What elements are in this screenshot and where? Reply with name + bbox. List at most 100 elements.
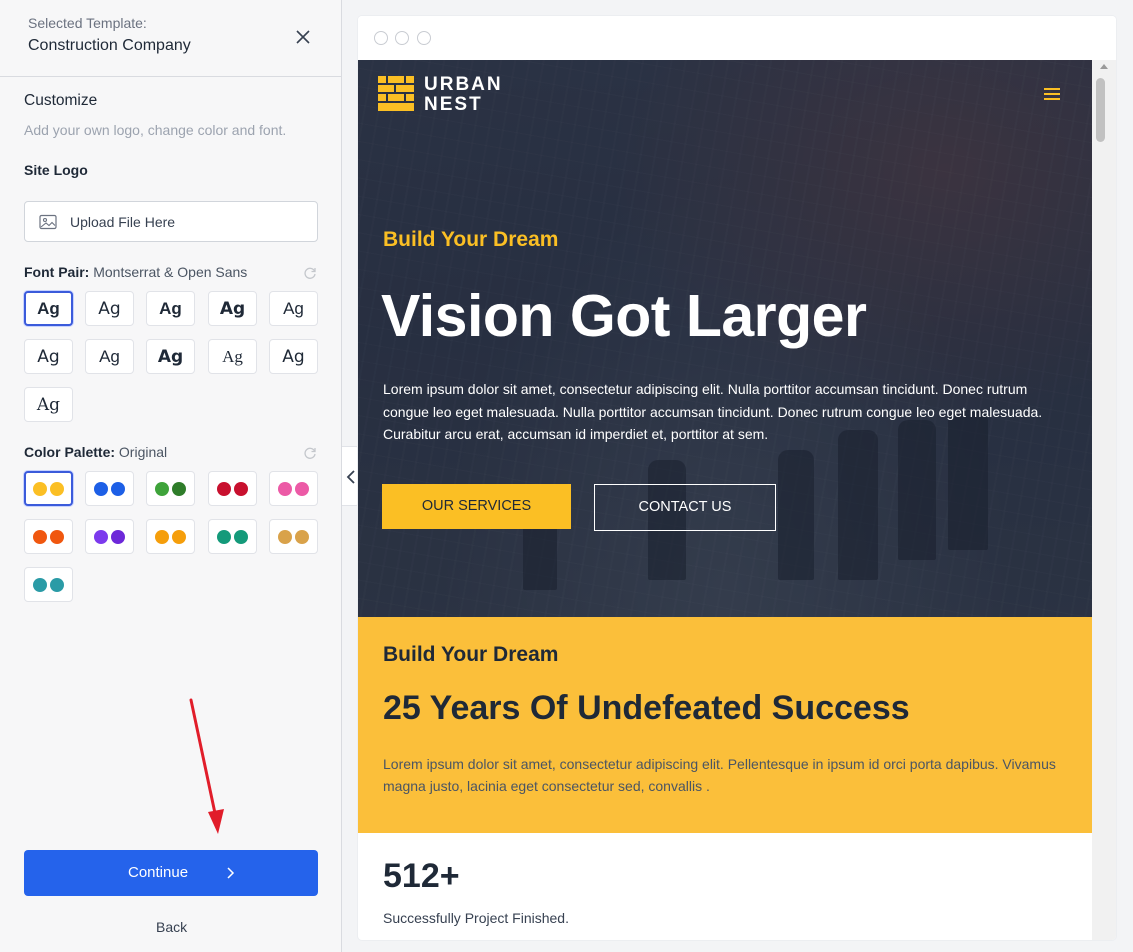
stat-number: 512+ <box>383 857 460 895</box>
color-swatch <box>278 481 292 496</box>
color-palette-option[interactable] <box>24 471 73 506</box>
font-pair-option[interactable]: Ag <box>85 339 134 374</box>
font-pair-sample: Ag <box>283 298 304 318</box>
continue-label: Continue <box>128 864 189 881</box>
back-link[interactable]: Back <box>156 919 187 935</box>
color-palette-option[interactable] <box>24 567 73 602</box>
continue-button[interactable]: Continue <box>24 850 318 896</box>
font-pair-option[interactable]: Ag <box>24 339 73 374</box>
brand-name-line2: NEST <box>424 94 483 115</box>
preview-scrollbar[interactable] <box>1092 60 1116 940</box>
site-logo-label: Site Logo <box>24 162 88 178</box>
font-pair-sample: Ag <box>219 298 246 319</box>
font-pair-sample: Ag <box>99 346 120 366</box>
customizer-sidebar: Selected Template: Construction Company … <box>0 0 342 952</box>
scroll-up-icon[interactable] <box>1100 64 1108 69</box>
success-section: Build Your Dream 25 Years Of Undefeated … <box>358 617 1092 833</box>
color-swatch <box>33 481 47 496</box>
color-palette-value: Original <box>118 444 168 460</box>
font-pair-value: Montserrat & Open Sans <box>93 264 248 280</box>
color-swatch <box>234 529 248 544</box>
section-kicker: Build Your Dream <box>383 643 559 666</box>
color-swatch <box>111 481 125 496</box>
font-pair-sample: Ag <box>157 346 184 367</box>
color-swatch <box>50 577 64 592</box>
customize-title: Customize <box>24 92 98 109</box>
color-swatch <box>172 481 186 496</box>
font-pair-sample: Ag <box>222 346 243 366</box>
color-palette-option[interactable] <box>85 471 134 506</box>
close-button[interactable] <box>292 26 314 48</box>
font-pair-option[interactable]: Ag <box>85 291 134 326</box>
font-pair-sample: Ag <box>36 394 61 415</box>
font-pair-sample: Ag <box>98 298 121 319</box>
window-dot <box>417 31 431 45</box>
selected-template-label: Selected Template: <box>28 15 147 31</box>
annotation-arrow-icon <box>189 698 224 834</box>
reset-font-icon[interactable] <box>303 266 317 280</box>
font-pair-option[interactable]: Ag <box>208 291 257 326</box>
our-services-button[interactable]: OUR SERVICES <box>382 484 571 529</box>
hero-section: URBAN NEST Build Your Dream Vision Got L… <box>358 60 1092 617</box>
color-swatch <box>50 481 64 496</box>
color-swatch <box>295 529 309 544</box>
reset-color-icon[interactable] <box>303 446 317 460</box>
preview-window: URBAN NEST Build Your Dream Vision Got L… <box>358 16 1116 940</box>
color-palette-option[interactable] <box>208 471 257 506</box>
sidebar-header: Selected Template: Construction Company <box>0 0 342 77</box>
window-dot <box>395 31 409 45</box>
color-palette-label: Color Palette: <box>24 444 116 460</box>
contact-us-button[interactable]: CONTACT US <box>594 484 776 531</box>
hero-kicker: Build Your Dream <box>383 228 559 251</box>
font-pair-label: Font Pair: <box>24 264 90 280</box>
color-swatch <box>155 481 169 496</box>
hero-text: Lorem ipsum dolor sit amet, consectetur … <box>383 381 1043 442</box>
preview-window-bar <box>358 16 1116 60</box>
color-swatch <box>217 481 231 496</box>
section-title: 25 Years Of Undefeated Success <box>383 689 910 727</box>
color-palette-heading: Color Palette: Original <box>24 444 167 460</box>
color-swatch <box>94 529 108 544</box>
chevron-left-icon <box>346 470 355 484</box>
font-pair-option[interactable]: Ag <box>24 291 73 326</box>
section-text: Lorem ipsum dolor sit amet, consectetur … <box>383 756 1056 794</box>
hero-title: Vision Got Larger <box>381 283 867 349</box>
font-pair-sample: Ag <box>37 346 60 367</box>
color-palette-option[interactable] <box>146 471 195 506</box>
font-pair-option[interactable]: Ag <box>146 291 195 326</box>
upload-logo-button[interactable]: Upload File Here <box>24 201 318 242</box>
upload-text: Upload File Here <box>70 214 176 230</box>
color-swatch <box>111 529 125 544</box>
chevron-right-icon <box>227 867 235 879</box>
window-dot <box>374 31 388 45</box>
font-pair-option[interactable]: Ag <box>269 339 318 374</box>
color-palette-option[interactable] <box>146 519 195 554</box>
color-swatch <box>217 529 231 544</box>
site-preview[interactable]: URBAN NEST Build Your Dream Vision Got L… <box>358 60 1092 940</box>
font-pair-option[interactable]: Ag <box>146 339 195 374</box>
color-palette-option[interactable] <box>208 519 257 554</box>
color-palette-option[interactable] <box>24 519 73 554</box>
color-swatch <box>50 529 64 544</box>
font-pair-option[interactable]: Ag <box>208 339 257 374</box>
customize-subtitle: Add your own logo, change color and font… <box>24 122 287 138</box>
close-icon <box>296 30 310 44</box>
font-pair-option[interactable]: Ag <box>269 291 318 326</box>
scroll-thumb[interactable] <box>1096 78 1105 142</box>
color-palette-option[interactable] <box>269 519 318 554</box>
color-palette-option[interactable] <box>269 471 318 506</box>
color-swatch <box>155 529 169 544</box>
selected-template-name: Construction Company <box>28 37 191 54</box>
brick-logo-icon <box>378 76 414 111</box>
stat-label: Successfully Project Finished. <box>383 910 569 926</box>
font-pair-sample: Ag <box>159 298 182 318</box>
menu-icon[interactable] <box>1044 88 1060 101</box>
color-swatch <box>172 529 186 544</box>
color-swatch <box>295 481 309 496</box>
font-pair-option[interactable]: Ag <box>24 387 73 422</box>
font-pair-heading: Font Pair: Montserrat & Open Sans <box>24 264 247 280</box>
font-pair-sample: Ag <box>282 346 305 367</box>
color-palette-option[interactable] <box>85 519 134 554</box>
font-pair-sample: Ag <box>37 298 60 318</box>
brand-name-line1: URBAN <box>424 74 503 95</box>
